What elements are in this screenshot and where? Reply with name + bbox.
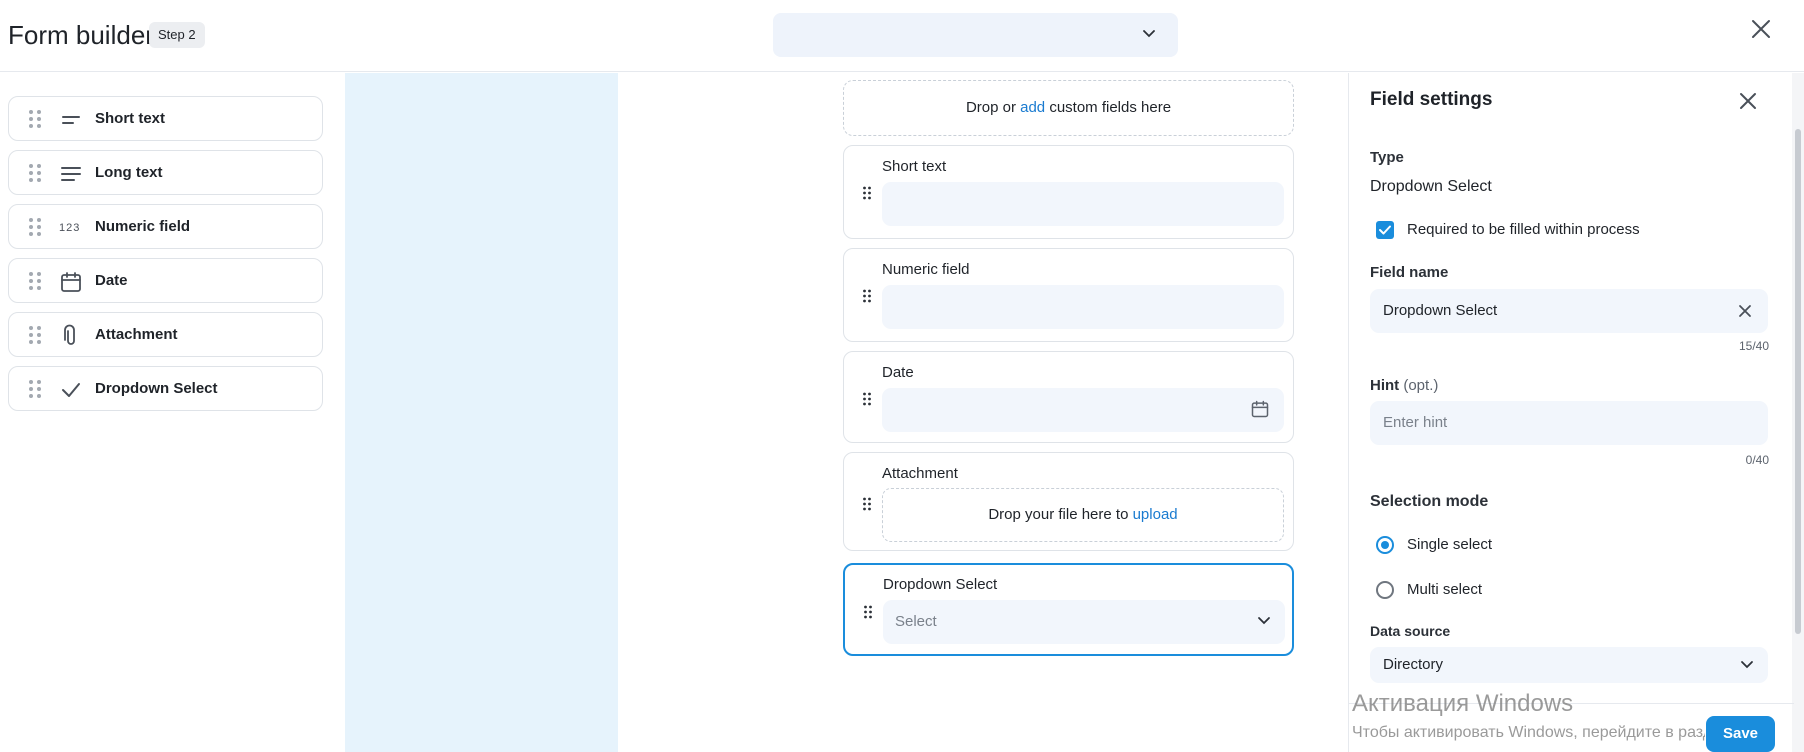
hint-input[interactable]: Enter hint [1370,401,1768,445]
data-source-select[interactable]: Directory [1370,647,1768,683]
field-name-input[interactable]: Dropdown Select [1370,289,1768,333]
drag-handle-icon[interactable] [862,289,872,303]
calendar-icon[interactable] [1250,399,1270,419]
drag-handle-icon[interactable] [28,163,42,183]
numeric-icon: 123 [59,222,81,234]
file-upload-zone[interactable]: Drop your file here to upload [882,488,1284,542]
hint-label-text: Hint [1370,377,1400,394]
settings-title: Field settings [1370,89,1493,110]
top-dropdown[interactable] [773,13,1178,57]
hint-placeholder: Enter hint [1383,414,1448,431]
palette-item-label: Short text [95,110,166,127]
paperclip-icon [64,324,75,345]
page-title: Form builder [8,20,154,50]
select-placeholder: Select [895,613,937,630]
palette-item-label: Dropdown Select [95,380,218,397]
field-name-counter: 15/40 [1738,339,1769,353]
step-badge: Step 2 [149,22,205,48]
add-field-link[interactable]: add [1020,99,1045,116]
windows-activation-title: Активация Windows [1352,690,1574,717]
multi-select-label: Multi select [1407,581,1483,598]
palette-item-label: Date [95,272,128,289]
drag-handle-icon[interactable] [28,109,42,129]
field-name-label: Field name [1370,264,1449,281]
close-icon[interactable] [1748,16,1774,42]
hint-counter: 0/40 [1745,453,1769,467]
drag-handle-icon[interactable] [28,379,42,399]
field-name-value: Dropdown Select [1383,302,1498,319]
palette-item-short-text[interactable]: Short text [8,96,323,141]
short-text-input[interactable] [882,182,1284,226]
single-select-label: Single select [1407,536,1493,553]
palette-item-long-text[interactable]: Long text [8,150,323,195]
type-label: Type [1370,149,1404,166]
drag-handle-icon[interactable] [28,217,42,237]
header: Form builder Step 2 [0,0,1804,72]
form-field-attachment[interactable]: Attachment Drop your file here to upload [843,452,1294,551]
chevron-down-icon [1258,617,1270,625]
form-field-short-text[interactable]: Short text [843,145,1294,239]
drop-zone-text-before: Drop or [965,99,1021,116]
upload-text: Drop your file here to [988,506,1133,523]
short-text-icon [62,116,80,124]
field-label: Short text [882,158,947,175]
required-checkbox[interactable] [1376,221,1394,239]
multi-select-radio[interactable] [1376,581,1394,599]
calendar-icon [61,272,81,292]
check-icon [62,383,80,397]
clear-icon[interactable] [1735,301,1755,321]
canvas-gutter [345,73,618,752]
chevron-down-icon [1741,661,1753,669]
field-palette: Short text Long text 123 Numeric field D… [0,73,345,752]
palette-item-dropdown-select[interactable]: Dropdown Select [8,366,323,411]
windows-activation-subtitle: Чтобы активировать Windows, перейдите в … [1352,724,1705,741]
hint-label: Hint (opt.) [1370,377,1438,394]
drag-handle-icon[interactable] [862,497,872,511]
field-label: Dropdown Select [883,576,998,593]
data-source-label: Data source [1370,623,1451,639]
single-select-radio[interactable] [1376,536,1394,554]
field-label: Date [882,364,914,381]
form-field-dropdown-select[interactable]: Dropdown Select Select [843,563,1294,656]
palette-item-label: Attachment [95,326,178,343]
palette-item-date[interactable]: Date [8,258,323,303]
palette-item-numeric-field[interactable]: 123 Numeric field [8,204,323,249]
field-settings-panel: Field settings Type Dropdown Select Requ… [1348,73,1794,752]
palette-item-label: Numeric field [95,218,191,235]
chevron-down-icon [1143,30,1155,38]
date-input[interactable] [882,388,1284,432]
numeric-input[interactable] [882,285,1284,329]
form-field-date[interactable]: Date [843,351,1294,443]
custom-fields-drop-zone[interactable]: Drop or add custom fields here [843,80,1294,136]
drag-handle-icon[interactable] [863,605,873,619]
long-text-icon [61,167,81,181]
save-button[interactable]: Save [1706,716,1775,752]
dropdown-select-input[interactable]: Select [883,600,1285,644]
selection-mode-label: Selection mode [1370,493,1489,510]
drop-zone-text-after: custom fields here [1045,99,1172,116]
drag-handle-icon[interactable] [862,392,872,406]
upload-link[interactable]: upload [1133,506,1178,523]
hint-optional: (opt.) [1403,377,1439,394]
form-field-numeric[interactable]: Numeric field [843,248,1294,342]
palette-item-label: Long text [95,164,163,181]
check-icon [1379,225,1391,235]
type-value: Dropdown Select [1370,178,1492,195]
field-label: Attachment [882,465,958,482]
palette-item-attachment[interactable]: Attachment [8,312,323,357]
close-icon[interactable] [1737,90,1759,112]
scrollbar-thumb[interactable] [1795,129,1801,634]
drag-handle-icon[interactable] [28,271,42,291]
drag-handle-icon[interactable] [862,186,872,200]
drag-handle-icon[interactable] [28,325,42,345]
field-label: Numeric field [882,261,970,278]
data-source-value: Directory [1383,656,1444,673]
settings-scrollbar[interactable] [1792,73,1804,752]
required-label: Required to be filled within process [1407,221,1640,238]
